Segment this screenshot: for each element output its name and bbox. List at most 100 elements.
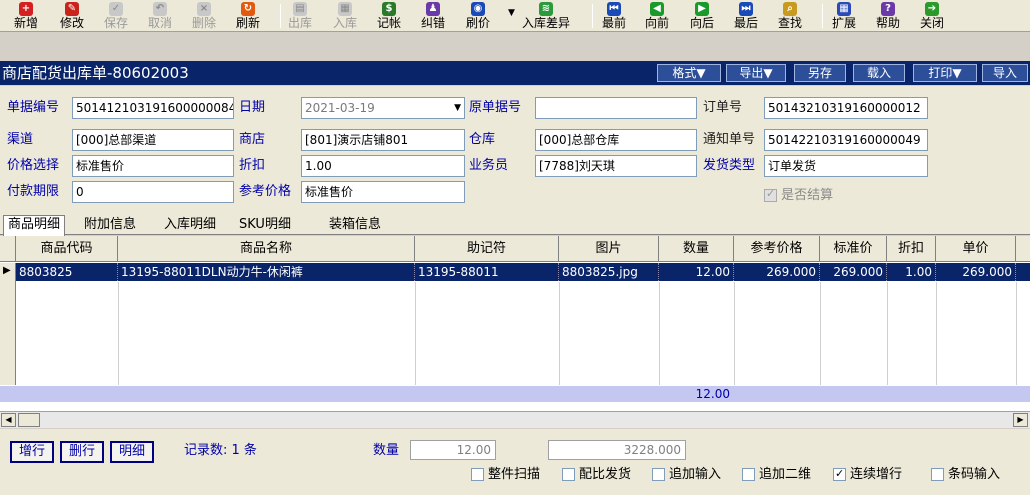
cell-image[interactable]: 8803825.jpg [559,263,659,281]
col-header-qty[interactable]: 数量 [659,236,734,262]
tab-packing-info[interactable]: 装箱信息 [325,216,385,235]
col-header-unit-price[interactable]: 单价 [936,236,1016,262]
total-qty: 12.00 [695,387,730,401]
inbound-button[interactable]: ▦ 入库 [333,2,357,30]
ratio-ship-checkbox[interactable] [562,468,575,481]
warehouse-field[interactable]: [000]总部仓库 [535,129,697,151]
correct-button[interactable]: ♟ 纠错 [421,2,445,30]
tab-product-detail[interactable]: 商品明细 [3,215,66,236]
cell-code[interactable]: 8803825 [16,263,118,281]
ship-type-field[interactable]: 订单发货 [764,155,928,177]
find-button[interactable]: ⌕ 查找 [778,2,802,30]
doc-no-field[interactable]: 501412103191600000084 [72,97,234,119]
cancel-button[interactable]: ↶ 取消 [148,2,172,30]
append-input-option[interactable]: 追加输入 [652,467,721,483]
scroll-thumb[interactable] [18,413,40,427]
col-header-code[interactable]: 商品代码 [16,236,118,262]
next-button[interactable]: ▶ 向后 [690,2,714,30]
table-row[interactable]: 8803825 13195-88011DLN动力牛-休闲裤 13195-8801… [16,263,1030,281]
barcode-input-checkbox[interactable] [931,468,944,481]
post-button[interactable]: $ 记帐 [377,2,401,30]
help-button[interactable]: ? 帮助 [876,2,900,30]
tab-inbound-detail[interactable]: 入库明细 [160,216,220,235]
append-2d-checkbox[interactable] [742,468,755,481]
edit-button[interactable]: ✎ 修改 [60,2,84,30]
last-button[interactable]: ⏭ 最后 [734,2,758,30]
col-header-mnemonic[interactable]: 助记符 [415,236,559,262]
grid-line [1016,282,1017,385]
first-button[interactable]: ⏮ 最前 [602,2,626,30]
whole-scan-checkbox[interactable] [471,468,484,481]
tab-sku-detail[interactable]: SKU明细 [235,216,295,235]
date-field[interactable]: 2021-03-19 ▼ [301,97,465,119]
append-2d-option[interactable]: 追加二维 [742,467,811,483]
ref-price-field[interactable]: 标准售价 [301,181,465,203]
tab-extra-info[interactable]: 附加信息 [80,216,140,235]
col-header-std-price[interactable]: 标准价 [820,236,887,262]
add-button[interactable]: + 新增 [14,2,38,30]
pay-term-label: 付款期限 [7,184,60,199]
settled-checkbox[interactable] [764,187,777,202]
settled-checkbox-wrap[interactable]: 是否结算 [764,184,833,203]
price-select-field[interactable]: 标准售价 [72,155,234,177]
load-button[interactable]: 载入 [853,64,905,82]
refresh-button[interactable]: ↻ 刷新 [236,2,260,30]
scroll-left-icon[interactable]: ◀ [1,413,16,427]
delete-button[interactable]: × 删除 [192,2,216,30]
ratio-ship-option[interactable]: 配比发货 [562,467,631,483]
prev-icon: ◀ [650,2,664,16]
close-button[interactable]: ➔ 关闭 [920,2,944,30]
shop-field[interactable]: [801]演示店铺801 [301,129,465,151]
grid-line [415,282,416,385]
ref-price-label: 参考价格 [239,184,292,199]
whole-scan-option[interactable]: 整件扫描 [471,467,540,483]
grid-line [936,282,937,385]
cell-name[interactable]: 13195-88011DLN动力牛-休闲裤 [118,263,415,281]
horizontal-scrollbar[interactable]: ◀ ▶ [0,411,1030,428]
document-title-bar: 商店配货出库单-80602003 格式▼ 导出▼ 另存 载入 打印▼ 导入 [0,61,1030,85]
reprice-dropdown-icon[interactable]: ▼ [508,8,515,18]
cell-mnemonic[interactable]: 13195-88011 [415,263,559,281]
append-input-checkbox[interactable] [652,468,665,481]
import-button[interactable]: 导入 [982,64,1028,82]
delete-row-button[interactable]: 删行 [60,441,104,463]
barcode-input-option[interactable]: 条码输入 [931,467,1000,483]
pay-term-field[interactable]: 0 [72,181,234,203]
chevron-down-icon[interactable]: ▼ [454,98,461,118]
salesman-field[interactable]: [7788]刘天琪 [535,155,697,177]
extend-icon: ▦ [837,2,851,16]
format-button[interactable]: 格式▼ [657,64,721,82]
cell-ref-price[interactable]: 269.000 [734,263,820,281]
col-header-image[interactable]: 图片 [559,236,659,262]
print-button[interactable]: 打印▼ [913,64,977,82]
continuous-add-checkbox[interactable] [833,466,846,482]
grid-line [887,282,888,385]
orig-no-field[interactable] [535,97,697,119]
notice-no-field[interactable]: 50142210319160000049 [764,129,928,151]
prev-button[interactable]: ◀ 向前 [645,2,669,30]
col-header-discount[interactable]: 折扣 [887,236,936,262]
discount-field[interactable]: 1.00 [301,155,465,177]
cell-std-price[interactable]: 269.000 [820,263,887,281]
save-button[interactable]: ✓ 保存 [104,2,128,30]
save-as-button[interactable]: 另存 [794,64,846,82]
col-header-name[interactable]: 商品名称 [118,236,415,262]
extend-button[interactable]: ▦ 扩展 [832,2,856,30]
export-button[interactable]: 导出▼ [726,64,786,82]
inbound-icon: ▦ [338,2,352,16]
toolbar-separator [280,4,281,28]
bottom-panel: 增行 删行 明细 记录数: 1 条 数量 12.00 3228.000 整件扫描… [0,429,1030,495]
cell-qty[interactable]: 12.00 [659,263,734,281]
cell-unit-price[interactable]: 269.000 [936,263,1016,281]
inbound-diff-button[interactable]: ≋ 入库差异 [522,2,570,30]
channel-field[interactable]: [000]总部渠道 [72,129,234,151]
reprice-button[interactable]: ◉ 刷价 [466,2,490,30]
order-no-field[interactable]: 50143210319160000012 [764,97,928,119]
detail-button[interactable]: 明细 [110,441,154,463]
scroll-right-icon[interactable]: ▶ [1013,413,1028,427]
add-row-button[interactable]: 增行 [10,441,54,463]
cell-discount[interactable]: 1.00 [887,263,936,281]
continuous-add-option[interactable]: 连续增行 [833,466,902,483]
col-header-ref-price[interactable]: 参考价格 [734,236,820,262]
outbound-button[interactable]: ▤ 出库 [288,2,312,30]
